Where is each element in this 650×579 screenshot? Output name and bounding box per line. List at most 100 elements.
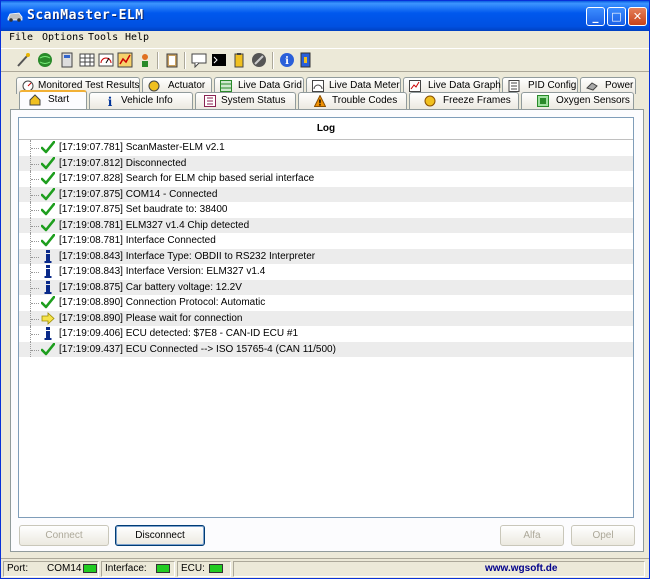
exit-icon[interactable] — [298, 52, 314, 68]
port-label: Port: — [7, 563, 29, 574]
grid-icon[interactable] — [79, 52, 95, 68]
info-icon — [41, 327, 55, 340]
log-entry[interactable]: [17:19:08.781] Interface Connected — [19, 233, 633, 249]
interface-label: Interface: — [105, 563, 147, 574]
check-icon — [40, 295, 56, 309]
tab-label: Live Data Graph — [428, 80, 501, 91]
info-icon — [41, 249, 55, 263]
toolbar-separator — [184, 52, 186, 69]
tab-trouble-codes[interactable]: ! Trouble Codes — [298, 92, 407, 109]
info-icon: i — [108, 95, 113, 107]
log-entry[interactable]: [17:19:08.843] Interface Version: ELM327… — [19, 264, 633, 280]
ecu-icon[interactable] — [59, 52, 75, 68]
tab-label: Start — [48, 94, 70, 105]
tab-system-status[interactable]: System Status — [195, 92, 296, 109]
terminal-icon[interactable] — [211, 52, 227, 68]
tab-label: Trouble Codes — [332, 95, 398, 106]
sensor-icon — [537, 95, 549, 107]
tab-label: PID Config — [528, 80, 577, 91]
log-entry[interactable]: [17:19:08.875] Car battery voltage: 12.2… — [19, 279, 633, 295]
title-bar[interactable]: ScanMaster-ELM _ □ ✕ — [1, 1, 649, 31]
tab-label: Live Data Grid — [238, 80, 302, 91]
opel-button[interactable]: Opel — [571, 525, 635, 546]
log-entry-text: [17:19:08.843] Interface Version: ELM327… — [59, 266, 266, 277]
log-entry[interactable]: [17:19:07.828] Search for ELM chip based… — [19, 171, 633, 187]
clipboard-icon[interactable] — [164, 52, 180, 68]
config-icon — [508, 80, 520, 92]
menu-options[interactable]: Options — [42, 32, 84, 43]
port-status-led — [83, 564, 97, 573]
tab-label: Freeze Frames — [443, 95, 511, 106]
arrow-right-icon — [41, 311, 55, 325]
check-icon — [40, 218, 56, 232]
log-list[interactable]: Log [17:19:07.781] ScanMaster-ELM v2.1 [1… — [18, 117, 634, 518]
log-entry[interactable]: [17:19:09.437] ECU Connected --> ISO 157… — [19, 341, 633, 357]
log-entry-text: [17:19:07.875] COM14 - Connected — [59, 188, 218, 200]
port-value: COM14 — [47, 563, 82, 574]
disconnect-button[interactable]: Disconnect — [115, 525, 205, 546]
window-title: ScanMaster-ELM — [27, 8, 144, 23]
check-icon — [40, 202, 56, 216]
log-entry[interactable]: [17:19:07.875] COM14 - Connected — [19, 186, 633, 202]
meter-icon[interactable] — [98, 52, 114, 68]
graph-icon[interactable] — [117, 52, 133, 68]
connect-icon[interactable] — [15, 52, 31, 68]
ecu-label: ECU: — [181, 563, 205, 574]
log-entry-text: [17:19:08.843] Interface Type: OBDII to … — [59, 250, 316, 262]
log-entry[interactable]: [17:19:07.875] Set baudrate to: 38400 — [19, 202, 633, 218]
alfa-button[interactable]: Alfa — [500, 525, 564, 546]
log-entry-text: [17:19:08.781] Interface Connected — [59, 235, 216, 246]
actuator-icon — [148, 80, 160, 92]
log-entry[interactable]: [17:19:07.812] Disconnected — [19, 155, 633, 171]
info-icon — [41, 265, 55, 278]
minimize-button[interactable]: _ — [586, 7, 605, 26]
maximize-button[interactable]: □ — [607, 7, 626, 26]
tab-oxygen-sensors[interactable]: Oxygen Sensors — [521, 92, 634, 109]
toolbar: i — [1, 48, 649, 72]
check-icon — [40, 140, 56, 154]
tab-start[interactable]: Start — [19, 90, 87, 109]
car-app-icon — [7, 12, 23, 22]
log-entry[interactable]: [17:19:07.781] ScanMaster-ELM v2.1 — [19, 140, 633, 156]
battery-icon[interactable] — [231, 52, 247, 68]
log-rows: [17:19:07.781] ScanMaster-ELM v2.1 [17:19… — [19, 140, 633, 357]
log-entry[interactable]: [17:19:08.843] Interface Type: OBDII to … — [19, 248, 633, 264]
interface-status-led — [156, 564, 170, 573]
graph-icon — [409, 80, 421, 92]
warning-icon: ! — [314, 95, 326, 107]
status-bar: Port: COM14 Interface: ECU: www.wgsoft.d… — [1, 558, 649, 578]
status-icon — [204, 95, 216, 107]
check-icon — [40, 187, 56, 201]
tab-freeze-frames[interactable]: Freeze Frames — [409, 92, 519, 109]
menu-file[interactable]: File — [9, 32, 33, 43]
tab-label: Live Data Meter — [329, 80, 400, 91]
menu-tools[interactable]: Tools — [88, 32, 118, 43]
connect-button[interactable]: Connect — [19, 525, 109, 546]
log-entry[interactable]: [17:19:08.781] ELM327 v1.4 Chip detected — [19, 217, 633, 233]
log-entry[interactable]: [17:19:08.890] Please wait for connectio… — [19, 310, 633, 326]
website-link[interactable]: www.wgsoft.de — [485, 563, 557, 574]
info-icon[interactable]: i — [279, 52, 295, 68]
menu-help[interactable]: Help — [125, 32, 149, 43]
log-entry-text: [17:19:08.890] Please wait for connectio… — [59, 312, 243, 324]
chat-icon[interactable] — [191, 52, 207, 68]
menu-bar: File Options Tools Help — [1, 31, 649, 47]
log-entry-text: [17:19:08.890] Connection Protocol: Auto… — [59, 297, 266, 308]
check-icon — [40, 171, 56, 185]
tab-label: Vehicle Info — [121, 95, 173, 106]
check-icon — [40, 342, 56, 356]
home-icon — [29, 94, 41, 106]
log-entry[interactable]: [17:19:09.406] ECU detected: $7E8 - CAN-… — [19, 326, 633, 342]
globe-icon[interactable] — [37, 52, 53, 68]
log-entry-text: [17:19:09.406] ECU detected: $7E8 - CAN-… — [59, 328, 299, 339]
log-entry[interactable]: [17:19:08.890] Connection Protocol: Auto… — [19, 295, 633, 311]
log-entry-text: [17:19:07.781] ScanMaster-ELM v2.1 — [59, 142, 225, 153]
tab-label: Actuator — [168, 80, 206, 91]
tab-label: Oxygen Sensors — [556, 95, 630, 106]
stop-icon[interactable] — [251, 52, 267, 68]
person-icon[interactable] — [137, 52, 153, 68]
check-icon — [40, 233, 56, 247]
log-header: Log — [19, 118, 633, 140]
close-button[interactable]: ✕ — [628, 7, 647, 26]
tab-vehicle-info[interactable]: i Vehicle Info — [89, 92, 193, 109]
